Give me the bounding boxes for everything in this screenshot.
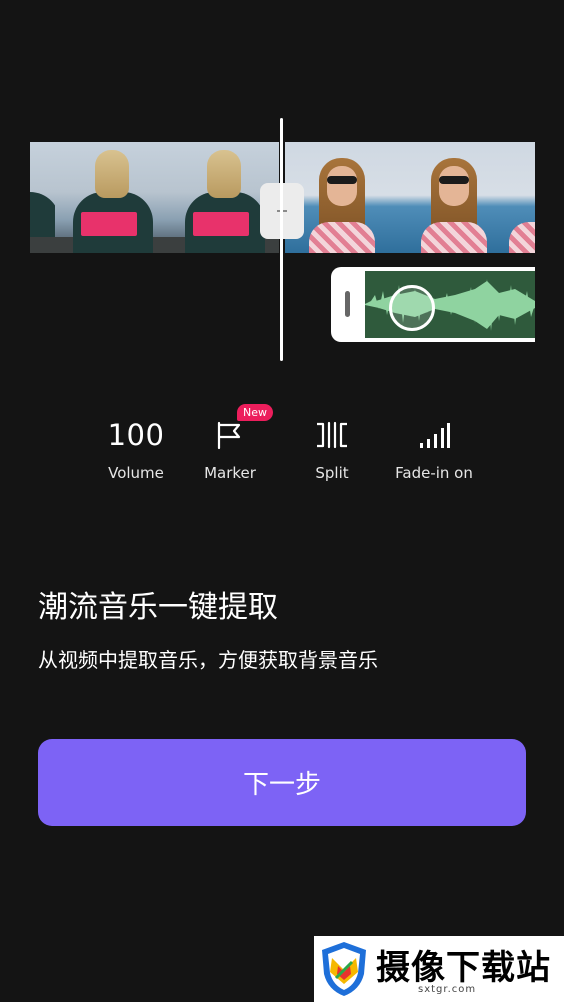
tool-fade-label: Fade-in on [395, 464, 473, 482]
audio-clip[interactable] [331, 267, 535, 342]
split-icon [317, 421, 347, 449]
feature-subtitle: 从视频中提取音乐，方便获取背景音乐 [38, 648, 378, 672]
flag-icon [217, 421, 241, 450]
playhead[interactable] [280, 118, 283, 361]
tool-split-label: Split [315, 464, 349, 482]
tool-marker[interactable]: New Marker [175, 404, 285, 482]
video-frame [30, 142, 55, 253]
next-button[interactable]: 下一步 [38, 739, 526, 826]
video-clip-2[interactable] [285, 142, 535, 253]
volume-value: 100 [107, 418, 165, 452]
feature-title: 潮流音乐一键提取 [38, 590, 278, 625]
audio-scrub-knob[interactable] [389, 285, 435, 331]
video-frame [397, 142, 509, 253]
new-badge: New [237, 404, 273, 421]
tool-split[interactable]: Split [277, 410, 387, 482]
video-frame [509, 142, 535, 253]
watermark-url: sxtgr.com [418, 984, 477, 995]
watermark: 摄像下载站 sxtgr.com [314, 936, 564, 1002]
video-frame [55, 142, 167, 253]
watermark-text: 摄像下载站 [376, 948, 551, 988]
shield-logo-icon [322, 942, 366, 996]
tool-marker-label: Marker [204, 464, 256, 482]
video-clip-1[interactable] [30, 142, 279, 253]
audio-trim-handle[interactable] [345, 291, 350, 317]
signal-bars-icon [420, 423, 450, 448]
tool-fade[interactable]: Fade-in on [379, 410, 489, 482]
